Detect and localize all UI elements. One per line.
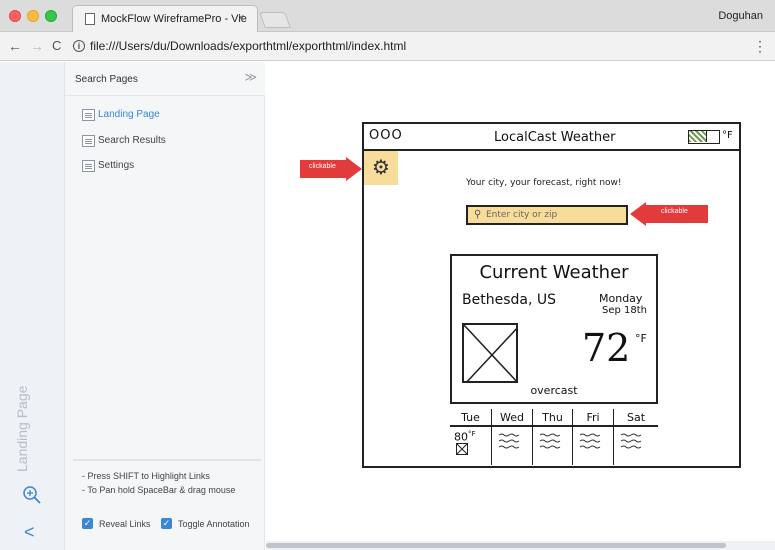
search-placeholder: Enter city or zip <box>486 210 558 220</box>
browser-tab[interactable]: MockFlow WireframePro - Vie × <box>72 5 258 32</box>
wireframe-header: OOO LocalCast Weather °F <box>364 124 739 151</box>
pages-search[interactable]: Search Pages ≫ <box>65 62 265 96</box>
collapse-chevrons-icon[interactable]: ≫ <box>244 70 257 84</box>
image-placeholder <box>462 323 518 383</box>
page-rail: Landing Page < <box>0 62 65 550</box>
annotation-arrow-gear: clickable <box>300 157 362 181</box>
forecast-day-label: Fri <box>586 411 600 424</box>
address-bar[interactable]: file:///Users/du/Downloads/exporthtml/ex… <box>90 39 406 53</box>
date: Sep 18th <box>602 305 648 316</box>
browser-toolbar: ← → C i file:///Users/du/Downloads/expor… <box>0 32 775 61</box>
reload-icon[interactable]: C <box>52 38 61 54</box>
forecast-day-label: Tue <box>461 411 480 424</box>
page-item-label: Search Results <box>98 135 166 146</box>
annotation-label: clickable <box>661 208 688 215</box>
app-title: LocalCast Weather <box>494 130 616 145</box>
page-item-search-results[interactable]: Search Results <box>82 134 252 150</box>
forecast-image-icon <box>456 443 468 455</box>
menu-icon[interactable]: ⋮ <box>753 38 767 55</box>
scrollbar-thumb[interactable] <box>266 543 726 548</box>
checkmark-icon: ✓ <box>82 518 93 529</box>
tagline: Your city, your forecast, right now! <box>466 178 622 188</box>
page-icon <box>82 160 95 172</box>
city-search-input[interactable]: ⚲ Enter city or zip <box>466 205 628 225</box>
search-icon: ⚲ <box>474 209 482 220</box>
forward-icon[interactable]: → <box>30 38 44 54</box>
forecast-day-label: Wed <box>500 411 524 424</box>
forecast-temp: 80°F <box>454 430 476 444</box>
wireframe-screen: OOO LocalCast Weather °F ⚙ Your city, yo… <box>362 122 741 468</box>
toggle-annotation-label: Toggle Annotation <box>178 519 250 529</box>
forecast-day-fri: Fri <box>573 409 614 465</box>
city-name: Bethesda, US <box>462 292 556 308</box>
page-item-settings[interactable]: Settings <box>82 159 252 175</box>
forecast-day-tue: Tue 80°F <box>450 409 492 465</box>
info-icon[interactable]: i <box>73 40 85 52</box>
weekday: Monday <box>599 292 643 305</box>
annotation-label: clickable <box>309 163 336 170</box>
minimize-window-button[interactable] <box>27 10 39 22</box>
chevron-left-icon[interactable]: < <box>24 522 35 543</box>
card-title: Current Weather <box>479 262 629 283</box>
divider <box>73 459 261 461</box>
current-temperature: 72 <box>582 326 631 370</box>
forecast-day-label: Sat <box>626 411 646 424</box>
settings-gear-icon[interactable]: ⚙ <box>364 151 398 185</box>
zoom-in-icon[interactable] <box>21 484 43 506</box>
unit-label: °F <box>722 130 733 141</box>
annotation-arrow-search: clickable <box>630 202 708 226</box>
forecast-day-sat: Sat <box>614 409 658 465</box>
page-item-label: Landing Page <box>98 109 160 120</box>
pages-panel: Search Pages ≫ Landing Page Search Resul… <box>65 62 265 550</box>
browser-titlebar: MockFlow WireframePro - Vie × Doguhan <box>0 0 775 32</box>
back-icon[interactable]: ← <box>8 38 22 54</box>
new-tab-button[interactable] <box>259 12 291 28</box>
forecast-day-wed: Wed <box>492 409 533 465</box>
horizontal-scrollbar[interactable] <box>266 541 775 550</box>
close-window-button[interactable] <box>9 10 21 22</box>
page-icon <box>82 109 95 121</box>
reveal-links-label: Reveal Links <box>99 519 151 529</box>
forecast-scribble <box>539 433 561 449</box>
current-weather-card: Current Weather Bethesda, US Monday Sep … <box>450 254 658 404</box>
unit-toggle[interactable] <box>688 130 720 144</box>
forecast-day-thu: Thu <box>533 409 573 465</box>
maximize-window-button[interactable] <box>45 10 57 22</box>
hint-pan: - To Pan hold SpaceBar & drag mouse <box>82 485 236 495</box>
page-item-label: Settings <box>98 160 135 171</box>
checkmark-icon: ✓ <box>161 518 172 529</box>
forecast-scribble <box>498 433 520 449</box>
page-item-landing[interactable]: Landing Page <box>82 108 252 124</box>
forecast-day-label: Thu <box>542 411 563 424</box>
forecast-table: Tue 80°F Wed Thu Fri Sat <box>450 409 658 467</box>
hint-highlight-links: - Press SHIFT to Highlight Links <box>82 471 210 481</box>
forecast-scribble <box>579 433 601 449</box>
profile-name[interactable]: Doguhan <box>718 10 763 22</box>
page-icon <box>85 13 95 25</box>
temperature-unit: °F <box>635 332 647 345</box>
tab-close-icon[interactable]: × <box>238 12 244 24</box>
window-dots: OOO <box>369 128 403 143</box>
tab-title: MockFlow WireframePro - Vie <box>101 13 247 25</box>
page-icon <box>82 135 95 147</box>
condition: overcast <box>530 384 578 397</box>
forecast-scribble <box>620 433 642 449</box>
search-pages-label: Search Pages <box>75 74 138 85</box>
current-page-label: Landing Page <box>14 385 30 472</box>
